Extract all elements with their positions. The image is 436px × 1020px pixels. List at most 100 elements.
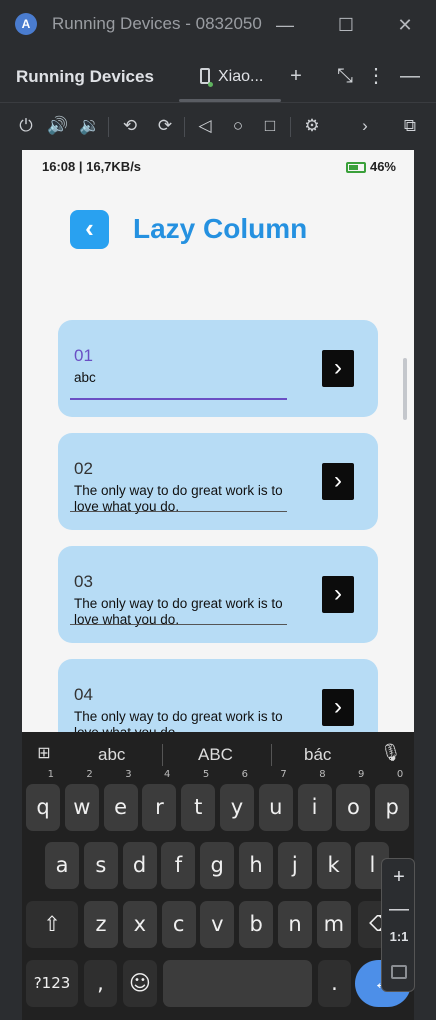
key-o[interactable]: o9 [336, 770, 371, 831]
key-t[interactable]: t5 [181, 770, 216, 831]
symbols-key[interactable]: ?123 [26, 960, 78, 1007]
key-a[interactable]: a [45, 842, 79, 889]
key-g[interactable]: g [200, 842, 235, 889]
key-q[interactable]: q1 [26, 770, 60, 831]
key-n[interactable]: n [278, 901, 312, 948]
home-icon[interactable]: ○ [225, 113, 251, 139]
volume-down-icon[interactable]: 🔉 [77, 113, 103, 139]
key-label: y [230, 795, 244, 819]
zoom-to-fit-icon[interactable] [391, 965, 407, 979]
battery-percent: 46% [369, 159, 396, 174]
space-key[interactable] [163, 960, 312, 1007]
card-number: 04 [74, 685, 93, 704]
list-item[interactable]: 02 The only way to do great work is to l… [58, 433, 378, 530]
key-number-hint: 9 [358, 769, 365, 780]
chevron-right-icon[interactable]: › [322, 463, 354, 500]
microphone-icon[interactable]: 🎙 [380, 743, 402, 763]
key-w[interactable]: w2 [64, 770, 99, 831]
key-z[interactable]: z [84, 901, 118, 948]
power-icon[interactable]: ⏻ [13, 113, 39, 139]
chevron-right-icon[interactable]: › [322, 350, 354, 387]
key-r[interactable]: r4 [142, 770, 177, 831]
suggestion-divider [162, 744, 163, 766]
maximize-icon[interactable]: ☐ [331, 10, 361, 40]
tab-device[interactable]: Xiao... [196, 64, 276, 90]
card-text-field[interactable]: abc [74, 370, 294, 386]
zoom-out-icon[interactable]: — [382, 894, 416, 924]
suggestion-item[interactable]: ABC [198, 745, 233, 765]
key-y[interactable]: y6 [220, 770, 254, 831]
suggestion-item[interactable]: bác [304, 745, 331, 765]
key-k[interactable]: k [316, 842, 351, 889]
more-options-icon[interactable]: ⋮ [362, 63, 390, 89]
key-p[interactable]: p0 [375, 770, 410, 831]
suggestion-item[interactable]: abc [98, 745, 125, 765]
device-tab-label: Xiao... [218, 68, 264, 85]
zoom-in-icon[interactable]: + [382, 862, 416, 892]
key-v[interactable]: v [200, 901, 235, 948]
rotate-left-icon[interactable]: ⟲ [117, 113, 143, 139]
device-screen[interactable]: 16:08 | 16,7KB/s 46% ‹ Lazy Column 01 ab… [22, 150, 414, 1020]
period-key[interactable]: . [318, 960, 351, 1007]
suggestion-divider [271, 744, 272, 766]
actual-size-button[interactable]: 1:1 [382, 929, 416, 944]
emoji-key-icon[interactable]: ☺ [123, 960, 157, 1007]
chevron-right-icon[interactable]: › [322, 576, 354, 613]
key-e[interactable]: e3 [103, 770, 138, 831]
status-bar: 16:08 | 16,7KB/s 46% [22, 150, 414, 178]
battery-icon [345, 162, 366, 174]
volume-up-icon[interactable]: 🔊 [45, 113, 71, 139]
device-toolbar: ⏻ 🔊 🔉 ⟲ ⟳ ◁ ○ □ ⚙ › ⧉ [0, 102, 436, 148]
list-item[interactable]: 01 abc › [58, 320, 378, 417]
key-number-hint: 7 [280, 769, 287, 780]
key-number-hint: 6 [241, 769, 248, 780]
keyboard-menu-icon[interactable]: ⊞ [34, 744, 54, 764]
suggestion-bar: ⊞ abc ABC bác 🎙 [22, 732, 414, 776]
key-number-hint: 8 [319, 769, 326, 780]
rotate-right-icon[interactable]: ⟳ [152, 113, 178, 139]
key-number-hint: 1 [47, 769, 54, 780]
key-c[interactable]: c [161, 901, 196, 948]
tool-window-header: Running Devices Xiao... + ⤡ ⋮ — [0, 50, 436, 102]
key-i[interactable]: i8 [297, 770, 332, 831]
add-device-icon[interactable]: + [282, 63, 310, 89]
window-title: Running Devices - 0832050 [52, 14, 262, 33]
key-b[interactable]: b [239, 901, 274, 948]
hide-panel-icon[interactable]: — [396, 63, 424, 89]
overview-icon[interactable]: □ [257, 113, 283, 139]
soft-keyboard: ⊞ abc ABC bác 🎙 q1w2e3r4t5y6u7i8o9p0 asd… [22, 732, 414, 1020]
toolbar-divider [290, 117, 291, 137]
title-bar: A Running Devices - 0832050 — ☐ ✕ [0, 0, 436, 50]
key-label: o [346, 795, 360, 819]
toolbar-divider [108, 117, 109, 137]
key-f[interactable]: f [161, 842, 196, 889]
key-h[interactable]: h [239, 842, 273, 889]
key-x[interactable]: x [122, 901, 157, 948]
screen-record-icon[interactable]: ⧉ [397, 113, 423, 139]
expand-toolbar-icon[interactable]: › [352, 113, 378, 139]
key-j[interactable]: j [277, 842, 312, 889]
key-u[interactable]: u7 [258, 770, 293, 831]
device-settings-icon[interactable]: ⚙ [299, 113, 325, 139]
scrollbar-thumb[interactable] [403, 358, 407, 420]
key-d[interactable]: d [122, 842, 157, 889]
minimize-icon[interactable]: — [270, 10, 300, 40]
key-m[interactable]: m [316, 901, 351, 948]
key-s[interactable]: s [83, 842, 118, 889]
shift-key-icon[interactable]: ⇧ [26, 901, 78, 948]
key-number-hint: 5 [202, 769, 210, 780]
android-studio-logo-icon: A [15, 13, 37, 35]
collapse-icon[interactable]: ⤡ [331, 63, 359, 89]
tool-window-title: Running Devices [16, 67, 154, 86]
card-number: 01 [74, 346, 93, 365]
key-label: u [269, 795, 283, 819]
app-back-button[interactable]: ‹ [70, 210, 109, 249]
key-number-hint: 4 [164, 769, 171, 780]
chevron-right-icon[interactable]: › [322, 689, 354, 726]
back-icon[interactable]: ◁ [192, 113, 218, 139]
close-icon[interactable]: ✕ [390, 10, 420, 40]
zoom-controls: + — 1:1 [381, 858, 415, 992]
list-item[interactable]: 03 The only way to do great work is to l… [58, 546, 378, 643]
comma-key[interactable]: , [84, 960, 117, 1007]
device-online-indicator [208, 82, 213, 87]
